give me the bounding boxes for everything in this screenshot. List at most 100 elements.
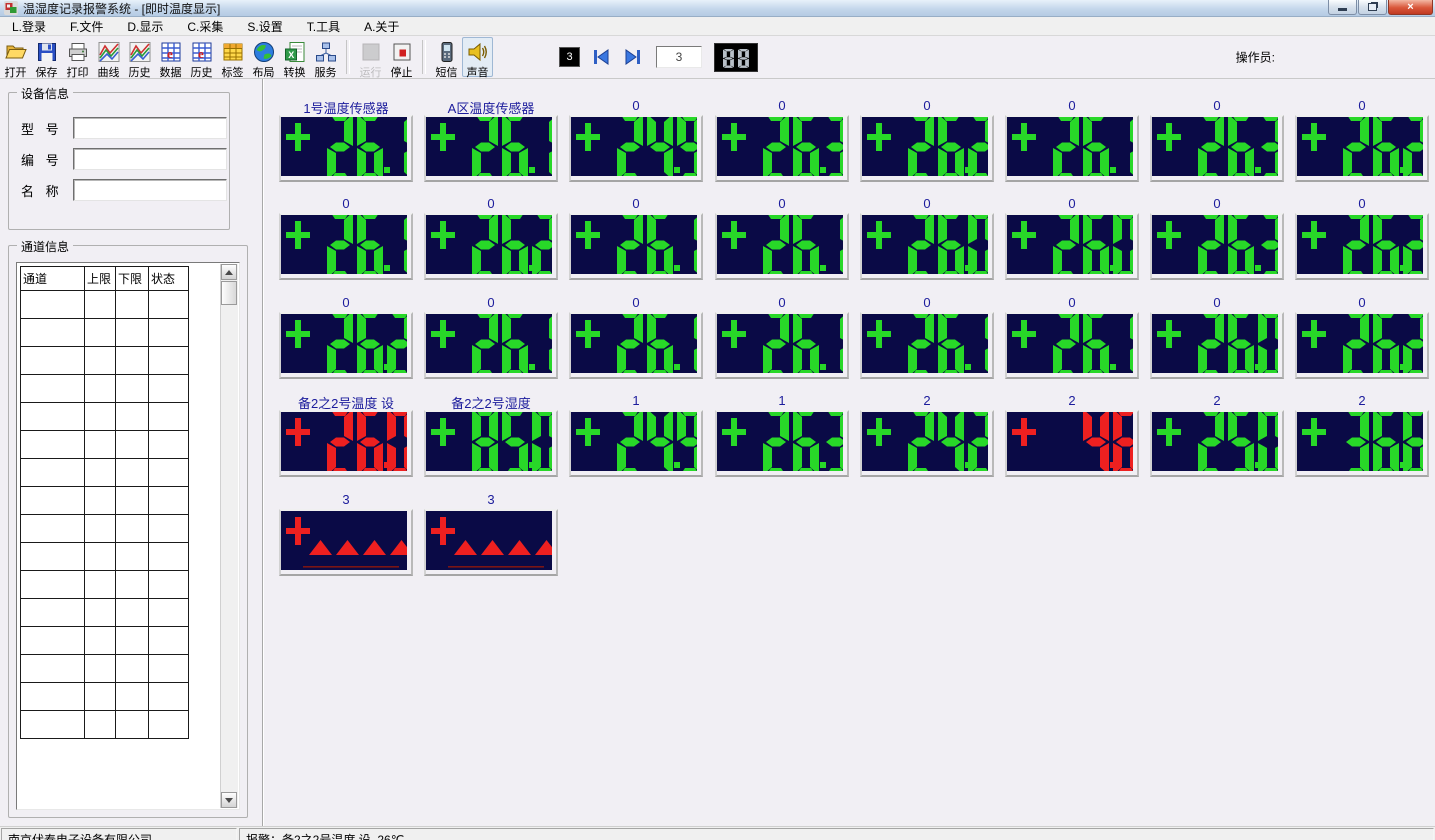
led-display bbox=[424, 509, 558, 576]
service-icon bbox=[314, 40, 338, 64]
globe-icon bbox=[252, 40, 276, 64]
led-display bbox=[424, 115, 558, 182]
toolbar-button-历史[interactable]: 历史 bbox=[124, 37, 155, 77]
next-page-icon[interactable] bbox=[622, 46, 644, 68]
led-display bbox=[860, 213, 994, 280]
restore-button[interactable] bbox=[1358, 0, 1387, 15]
table-row bbox=[21, 375, 189, 403]
menu-item-4[interactable]: S.设置 bbox=[235, 18, 294, 35]
led-display bbox=[424, 410, 558, 477]
led-display bbox=[715, 213, 849, 280]
toolbar-button-转换[interactable]: X转换 bbox=[279, 37, 310, 77]
toolbar-button-打开[interactable]: 打开 bbox=[0, 37, 31, 77]
led-display bbox=[569, 115, 703, 182]
menu-item-5[interactable]: T.工具 bbox=[295, 18, 352, 35]
toolbar-button-服务[interactable]: 服务 bbox=[310, 37, 341, 77]
toolbar-nav-group: 3 bbox=[493, 43, 758, 72]
curve-chart-icon bbox=[128, 40, 152, 64]
toolbar-button-label: 历史 bbox=[191, 64, 213, 80]
display-cell: 0 bbox=[1295, 196, 1429, 280]
device-field-input[interactable] bbox=[73, 148, 227, 170]
toolbar-button-label: 打印 bbox=[67, 64, 89, 80]
led-display bbox=[1150, 312, 1284, 379]
display-cell: 3 bbox=[424, 492, 558, 576]
menu-item-2[interactable]: D.显示 bbox=[115, 18, 175, 35]
scroll-down-icon[interactable] bbox=[221, 792, 237, 808]
display-cell: 0 bbox=[1005, 295, 1139, 379]
toolbar-button-label: 服务 bbox=[315, 64, 337, 80]
display-cell: 2 bbox=[1005, 393, 1139, 477]
page-input[interactable] bbox=[656, 46, 702, 68]
display-cell: 0 bbox=[1150, 98, 1284, 182]
menu-item-3[interactable]: C.采集 bbox=[175, 18, 235, 35]
first-page-icon[interactable] bbox=[590, 46, 612, 68]
device-field-label: 编 号 bbox=[21, 150, 73, 169]
scroll-up-icon[interactable] bbox=[221, 264, 237, 280]
app-window: 温湿度记录报警系统 - [即时温度显示] × L.登录F.文件D.显示C.采集S… bbox=[0, 0, 1435, 840]
toolbar-button-停止[interactable]: 停止 bbox=[386, 37, 417, 77]
table-row bbox=[21, 291, 189, 319]
table-row bbox=[21, 655, 189, 683]
display-label: 备2之2号湿度 bbox=[424, 393, 558, 410]
table-row bbox=[21, 487, 189, 515]
display-label: 3 bbox=[279, 492, 413, 509]
toolbar-button-label: 打开 bbox=[5, 64, 27, 80]
led-display bbox=[424, 213, 558, 280]
table-row bbox=[21, 347, 189, 375]
display-cell: 3 bbox=[279, 492, 413, 576]
led-display bbox=[860, 312, 994, 379]
minimize-button[interactable] bbox=[1328, 0, 1357, 15]
close-button[interactable]: × bbox=[1388, 0, 1433, 15]
toolbar-button-历史[interactable]: e 历史 bbox=[186, 37, 217, 77]
display-label: 0 bbox=[1150, 196, 1284, 213]
device-field-row: 名 称 bbox=[21, 179, 227, 201]
display-cell: 0 bbox=[279, 196, 413, 280]
toolbar-button-label: 布局 bbox=[253, 64, 275, 80]
menu-item-0[interactable]: L.登录 bbox=[0, 18, 58, 35]
title-bar: 温湿度记录报警系统 - [即时温度显示] × bbox=[0, 0, 1435, 17]
display-label: 0 bbox=[1295, 196, 1429, 213]
menu-item-1[interactable]: F.文件 bbox=[58, 18, 115, 35]
toolbar-button-label: 运行 bbox=[360, 64, 382, 80]
display-cell: 2 bbox=[1150, 393, 1284, 477]
toolbar-button-曲线[interactable]: 曲线 bbox=[93, 37, 124, 77]
device-field-input[interactable] bbox=[73, 179, 227, 201]
display-cell: 2 bbox=[860, 393, 994, 477]
display-label: 0 bbox=[1005, 295, 1139, 312]
toolbar-button-label: 声音 bbox=[467, 64, 489, 80]
toolbar-button-label: 标签 bbox=[222, 64, 244, 80]
led-display bbox=[715, 312, 849, 379]
led-display bbox=[569, 312, 703, 379]
menu-item-6[interactable]: A.关于 bbox=[352, 18, 411, 35]
led-display bbox=[1150, 115, 1284, 182]
toolbar-button-保存[interactable]: 保存 bbox=[31, 37, 62, 77]
table-row bbox=[21, 599, 189, 627]
table-row bbox=[21, 683, 189, 711]
panel-divider bbox=[262, 79, 264, 826]
column-header: 上限 bbox=[85, 267, 116, 291]
toolbar-button-短信[interactable]: 短信 bbox=[431, 37, 462, 77]
display-label: A区温度传感器 bbox=[424, 98, 558, 115]
display-cell: 0 bbox=[1295, 295, 1429, 379]
toolbar-button-数据[interactable]: e数据 bbox=[155, 37, 186, 77]
toolbar-button-打印[interactable]: 打印 bbox=[62, 37, 93, 77]
column-header: 下限 bbox=[116, 267, 149, 291]
table-row bbox=[21, 459, 189, 487]
menu-bar: L.登录F.文件D.显示C.采集S.设置T.工具A.关于 bbox=[0, 17, 1435, 36]
display-cell: 1 bbox=[715, 393, 849, 477]
channel-table-scrollbar[interactable] bbox=[220, 264, 238, 808]
toolbar-button-标签[interactable]: 标签 bbox=[217, 37, 248, 77]
toolbar-button-声音[interactable]: 声音 bbox=[462, 37, 493, 77]
device-field-label: 名 称 bbox=[21, 181, 73, 200]
display-label: 0 bbox=[1005, 196, 1139, 213]
toolbar-button-布局[interactable]: 布局 bbox=[248, 37, 279, 77]
channel-table-header: 通道上限下限状态 bbox=[21, 267, 189, 291]
led-display bbox=[569, 410, 703, 477]
display-cell: 0 bbox=[715, 196, 849, 280]
display-cell: 0 bbox=[569, 196, 703, 280]
svg-text:e: e bbox=[198, 46, 204, 61]
scrollbar-thumb[interactable] bbox=[221, 281, 237, 305]
display-label: 0 bbox=[1295, 98, 1429, 115]
led-display bbox=[1005, 312, 1139, 379]
device-field-input[interactable] bbox=[73, 117, 227, 139]
